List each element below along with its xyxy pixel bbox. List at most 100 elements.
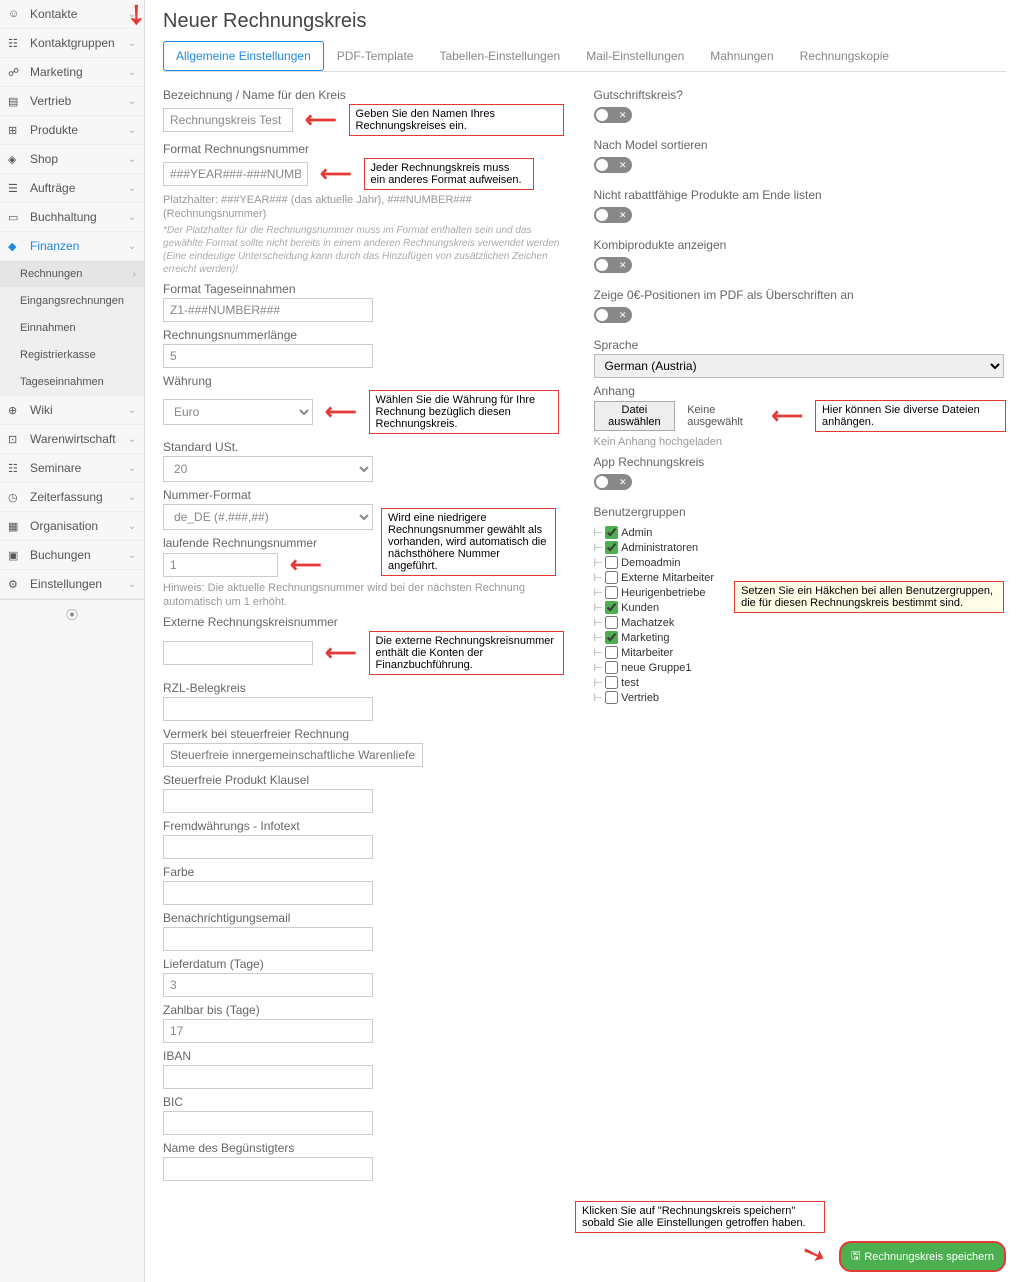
x-icon: ✕: [619, 110, 627, 121]
sidebar-collapse-button[interactable]: ⦿: [0, 599, 144, 629]
liefer-input[interactable]: [163, 973, 373, 997]
group-item[interactable]: ⊢Administratoren: [594, 540, 715, 555]
tab-tabellen[interactable]: Tabellen-Einstellungen: [426, 41, 573, 71]
group-checkbox[interactable]: [605, 616, 618, 629]
currency-select[interactable]: Euro: [163, 399, 313, 425]
running-label: laufende Rechnungsnummer: [163, 536, 373, 550]
email-input[interactable]: [163, 927, 373, 951]
zeropos-toggle[interactable]: ✕: [594, 307, 632, 323]
name-input[interactable]: [163, 108, 293, 132]
group-checkbox[interactable]: [605, 691, 618, 704]
group-checkbox[interactable]: [605, 541, 618, 554]
running-input[interactable]: [163, 553, 278, 577]
sidebar-sub-eingangsrechnungen[interactable]: Eingangsrechnungen: [0, 288, 144, 315]
sidebar-sub-rechnungen[interactable]: Rechnungen›: [0, 261, 144, 288]
tab-mahnungen[interactable]: Mahnungen: [697, 41, 786, 71]
tab-pdf-template[interactable]: PDF-Template: [324, 41, 427, 71]
sidebar-sub-tageseinnahmen[interactable]: Tageseinnahmen: [0, 369, 144, 396]
chevron-left-icon: ⦿: [66, 608, 78, 622]
label: Rechnungen: [20, 268, 82, 280]
fremd-input[interactable]: [163, 835, 373, 859]
kombi-toggle[interactable]: ✕: [594, 257, 632, 273]
tree-branch-icon: ⊢: [594, 676, 604, 689]
vermerk-input[interactable]: [163, 743, 423, 767]
format-input[interactable]: [163, 162, 308, 186]
group-checkbox[interactable]: [605, 676, 618, 689]
group-item[interactable]: ⊢Admin: [594, 525, 715, 540]
zahlbar-input[interactable]: [163, 1019, 373, 1043]
group-item[interactable]: ⊢Vertrieb: [594, 690, 715, 705]
group-checkbox[interactable]: [605, 556, 618, 569]
sidebar-item-buchhaltung[interactable]: ▭Buchhaltung⌄: [0, 203, 144, 232]
sidebar-sub-einnahmen[interactable]: Einnahmen: [0, 315, 144, 342]
sidebar-item-zeiterfassung[interactable]: ◷Zeiterfassung⌄: [0, 483, 144, 512]
megaphone-icon: ☍: [8, 66, 24, 79]
sidebar-item-warenwirtschaft[interactable]: ⊡Warenwirtschaft⌄: [0, 425, 144, 454]
sidebar-item-finanzen[interactable]: ◆Finanzen⌄: [0, 232, 144, 261]
sidebar-item-produkte[interactable]: ⊞Produkte⌄: [0, 116, 144, 145]
group-name: test: [621, 677, 639, 689]
group-checkbox[interactable]: [605, 601, 618, 614]
bic-input[interactable]: [163, 1111, 373, 1135]
sidebar-item-kontaktgruppen[interactable]: ☷Kontaktgruppen⌄: [0, 29, 144, 58]
x-icon: ✕: [619, 477, 627, 488]
group-checkbox[interactable]: [605, 661, 618, 674]
rabatt-toggle[interactable]: ✕: [594, 207, 632, 223]
group-item[interactable]: ⊢Mitarbeiter: [594, 645, 715, 660]
klausel-input[interactable]: [163, 789, 373, 813]
platzhalter-text: Platzhalter: ###YEAR### (das aktuelle Ja…: [163, 193, 564, 222]
begunst-input[interactable]: [163, 1157, 373, 1181]
group-item[interactable]: ⊢Machatzek: [594, 615, 715, 630]
numfmt-select[interactable]: de_DE (#.###,##): [163, 504, 373, 530]
tages-input[interactable]: [163, 298, 373, 322]
group-item[interactable]: ⊢neue Gruppe1: [594, 660, 715, 675]
app-toggle[interactable]: ✕: [594, 474, 632, 490]
chevron-down-icon: ⌄: [128, 96, 136, 107]
group-checkbox[interactable]: [605, 571, 618, 584]
x-icon: ✕: [619, 160, 627, 171]
sidebar-item-shop[interactable]: ◈Shop⌄: [0, 145, 144, 174]
tab-mail[interactable]: Mail-Einstellungen: [573, 41, 697, 71]
platzhalter-hint: *Der Platzhalter für die Rechnungsnummer…: [163, 224, 564, 276]
sidebar-item-vertrieb[interactable]: ▤Vertrieb⌄: [0, 87, 144, 116]
numlen-input[interactable]: [163, 344, 373, 368]
ust-select[interactable]: 20: [163, 456, 373, 482]
save-button[interactable]: 🖫Rechnungskreis speichern: [839, 1241, 1006, 1272]
sidebar-item-wiki[interactable]: ⊕Wiki⌄: [0, 396, 144, 425]
truck-icon: ⊡: [8, 433, 24, 446]
iban-input[interactable]: [163, 1065, 373, 1089]
model-toggle[interactable]: ✕: [594, 157, 632, 173]
file-select-button[interactable]: Datei auswählen: [594, 401, 676, 431]
group-checkbox[interactable]: [605, 586, 618, 599]
tab-rechnungskopie[interactable]: Rechnungskopie: [787, 41, 902, 71]
farbe-label: Farbe: [163, 865, 564, 879]
sidebar-sub-registrierkasse[interactable]: Registrierkasse: [0, 342, 144, 369]
sidebar-item-auftraege[interactable]: ☰Aufträge⌄: [0, 174, 144, 203]
sidebar-item-einstellungen[interactable]: ⚙Einstellungen⌄: [0, 570, 144, 599]
group-name: Marketing: [621, 632, 669, 644]
farbe-input[interactable]: [163, 881, 373, 905]
form-left-column: Bezeichnung / Name für den Kreis ⟵ Geben…: [163, 82, 564, 1181]
chevron-down-icon: ⌄: [128, 38, 136, 49]
gutschrift-toggle[interactable]: ✕: [594, 107, 632, 123]
group-checkbox[interactable]: [605, 526, 618, 539]
tab-allgemeine[interactable]: Allgemeine Einstellungen: [163, 41, 324, 71]
group-name: Heurigenbetriebe: [621, 587, 705, 599]
group-item[interactable]: ⊢Heurigenbetriebe: [594, 585, 715, 600]
group-item[interactable]: ⊢Marketing: [594, 630, 715, 645]
group-item[interactable]: ⊢ test: [594, 675, 715, 690]
group-item[interactable]: ⊢Externe Mitarbeiter: [594, 570, 715, 585]
group-checkbox[interactable]: [605, 631, 618, 644]
sidebar-item-organisation[interactable]: ▦Organisation⌄: [0, 512, 144, 541]
sidebar-item-seminare[interactable]: ☷Seminare⌄: [0, 454, 144, 483]
group-item[interactable]: ⊢Demoadmin: [594, 555, 715, 570]
extern-input[interactable]: [163, 641, 313, 665]
sprache-select[interactable]: German (Austria): [594, 354, 1004, 378]
group-checkbox[interactable]: [605, 646, 618, 659]
rzl-input[interactable]: [163, 697, 373, 721]
tabs: Allgemeine Einstellungen PDF-Template Ta…: [163, 41, 1006, 72]
group-item[interactable]: ⊢Kunden: [594, 600, 715, 615]
sidebar-item-marketing[interactable]: ☍Marketing⌄: [0, 58, 144, 87]
tages-label: Format Tageseinnahmen: [163, 282, 564, 296]
sidebar-item-buchungen[interactable]: ▣Buchungen⌄: [0, 541, 144, 570]
